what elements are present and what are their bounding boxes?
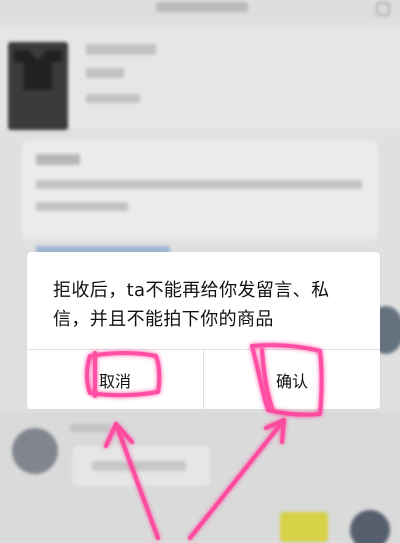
- confirm-reject-dialog: 拒收后，ta不能再给你发留言、私信，并且不能拍下你的商品 取消 确认: [27, 252, 380, 409]
- cancel-button[interactable]: 取消: [27, 350, 203, 409]
- confirm-button[interactable]: 确认: [204, 350, 380, 409]
- dialog-message: 拒收后，ta不能再给你发留言、私信，并且不能拍下你的商品: [53, 280, 330, 330]
